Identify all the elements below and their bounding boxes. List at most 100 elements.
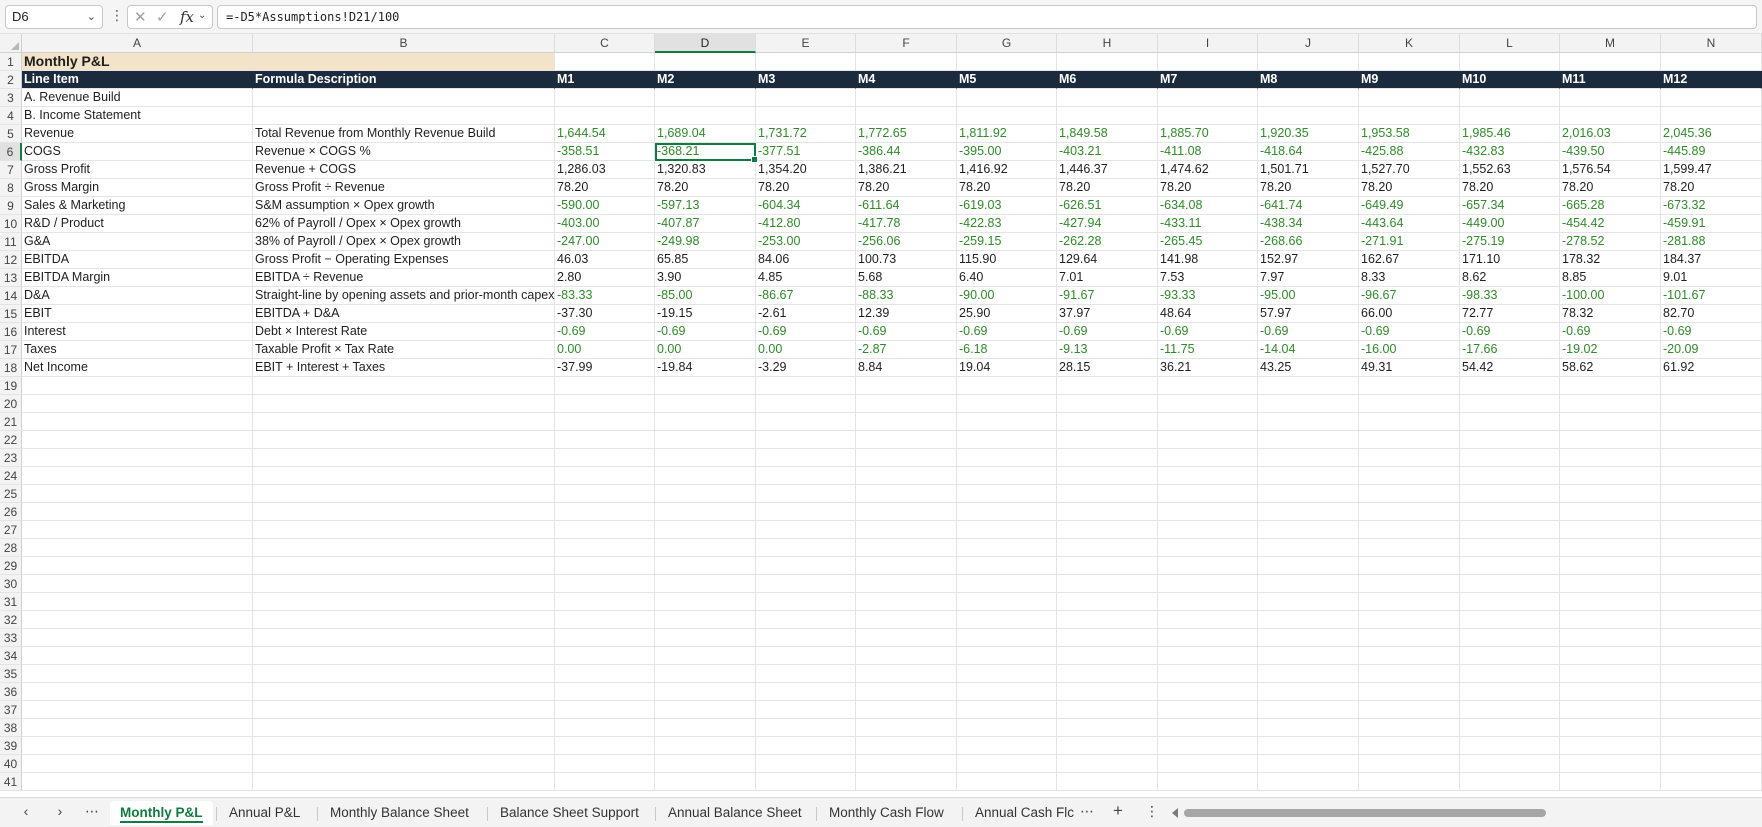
cell-e33[interactable] [756, 629, 856, 647]
column-header-g[interactable]: G [957, 34, 1057, 53]
cell-h35[interactable] [1057, 665, 1158, 683]
row-header[interactable]: 7 [0, 161, 22, 179]
cell-m4[interactable] [1560, 107, 1661, 125]
next-sheet-icon[interactable]: › [50, 803, 70, 819]
cell-k40[interactable] [1359, 755, 1460, 773]
cell-a23[interactable] [22, 449, 253, 467]
cell-d1[interactable] [655, 53, 756, 71]
cell-g13[interactable]: 6.40 [957, 269, 1057, 287]
cell-j17[interactable]: -14.04 [1258, 341, 1359, 359]
cell-h37[interactable] [1057, 701, 1158, 719]
header-cell[interactable]: Line Item [22, 71, 253, 89]
cell-l32[interactable] [1460, 611, 1560, 629]
cell-j21[interactable] [1258, 413, 1359, 431]
cell-c9[interactable]: -590.00 [555, 197, 655, 215]
cell-e36[interactable] [756, 683, 856, 701]
cell-h4[interactable] [1057, 107, 1158, 125]
cell-h36[interactable] [1057, 683, 1158, 701]
cell-g24[interactable] [957, 467, 1057, 485]
cell-e40[interactable] [756, 755, 856, 773]
cell-l34[interactable] [1460, 647, 1560, 665]
cell-l1[interactable] [1460, 53, 1560, 71]
cell-a35[interactable] [22, 665, 253, 683]
row-header[interactable]: 8 [0, 179, 22, 197]
cell-j32[interactable] [1258, 611, 1359, 629]
cell-i9[interactable]: -634.08 [1158, 197, 1258, 215]
cell-f3[interactable] [856, 89, 957, 107]
cell-a19[interactable] [22, 377, 253, 395]
cell-f22[interactable] [856, 431, 957, 449]
cell-e32[interactable] [756, 611, 856, 629]
cell-d34[interactable] [655, 647, 756, 665]
cell-l15[interactable]: 72.77 [1460, 305, 1560, 323]
cell-f1[interactable] [856, 53, 957, 71]
cell-a13[interactable]: EBITDA Margin [22, 269, 253, 287]
cell-c22[interactable] [555, 431, 655, 449]
cell-f24[interactable] [856, 467, 957, 485]
row-header[interactable]: 25 [0, 485, 22, 503]
cell-k10[interactable]: -443.64 [1359, 215, 1460, 233]
cell-b17[interactable]: Taxable Profit × Tax Rate [253, 341, 555, 359]
cell-k41[interactable] [1359, 773, 1460, 791]
cell-b14[interactable]: Straight-line by opening assets and prio… [253, 287, 555, 305]
cell-h28[interactable] [1057, 539, 1158, 557]
cell-e11[interactable]: -253.00 [756, 233, 856, 251]
cell-a39[interactable] [22, 737, 253, 755]
cell-i34[interactable] [1158, 647, 1258, 665]
cell-f17[interactable]: -2.87 [856, 341, 957, 359]
row-header[interactable]: 18 [0, 359, 22, 377]
cell-c8[interactable]: 78.20 [555, 179, 655, 197]
cell-n35[interactable] [1661, 665, 1762, 683]
row-header[interactable]: 26 [0, 503, 22, 521]
cell-a31[interactable] [22, 593, 253, 611]
cell-d39[interactable] [655, 737, 756, 755]
cell-b19[interactable] [253, 377, 555, 395]
cell-c7[interactable]: 1,286.03 [555, 161, 655, 179]
cell-b15[interactable]: EBITDA + D&A [253, 305, 555, 323]
cell-n28[interactable] [1661, 539, 1762, 557]
cell-d3[interactable] [655, 89, 756, 107]
cell-k27[interactable] [1359, 521, 1460, 539]
cell-g33[interactable] [957, 629, 1057, 647]
cell-j36[interactable] [1258, 683, 1359, 701]
cell-i1[interactable] [1158, 53, 1258, 71]
cell-i25[interactable] [1158, 485, 1258, 503]
cell-b18[interactable]: EBIT + Interest + Taxes [253, 359, 555, 377]
cell-k29[interactable] [1359, 557, 1460, 575]
cell-f13[interactable]: 5.68 [856, 269, 957, 287]
cell-d9[interactable]: -597.13 [655, 197, 756, 215]
cell-f37[interactable] [856, 701, 957, 719]
cell-h27[interactable] [1057, 521, 1158, 539]
cell-j31[interactable] [1258, 593, 1359, 611]
cell-m22[interactable] [1560, 431, 1661, 449]
cell-b27[interactable] [253, 521, 555, 539]
cell-n41[interactable] [1661, 773, 1762, 791]
cell-d10[interactable]: -407.87 [655, 215, 756, 233]
row-header[interactable]: 38 [0, 719, 22, 737]
header-cell[interactable]: M12 [1661, 71, 1762, 89]
cell-e30[interactable] [756, 575, 856, 593]
cell-e28[interactable] [756, 539, 856, 557]
cell-g20[interactable] [957, 395, 1057, 413]
cell-f27[interactable] [856, 521, 957, 539]
cell-d15[interactable]: -19.15 [655, 305, 756, 323]
cell-l28[interactable] [1460, 539, 1560, 557]
cell-n38[interactable] [1661, 719, 1762, 737]
cell-f38[interactable] [856, 719, 957, 737]
cell-b22[interactable] [253, 431, 555, 449]
row-header[interactable]: 39 [0, 737, 22, 755]
cell-k20[interactable] [1359, 395, 1460, 413]
cell-k33[interactable] [1359, 629, 1460, 647]
cell-d41[interactable] [655, 773, 756, 791]
column-header-b[interactable]: B [253, 34, 555, 53]
insert-function-icon[interactable]: fx [180, 8, 194, 26]
cell-g26[interactable] [957, 503, 1057, 521]
cell-b38[interactable] [253, 719, 555, 737]
cell-h17[interactable]: -9.13 [1057, 341, 1158, 359]
cell-l6[interactable]: -432.83 [1460, 143, 1560, 161]
cell-n34[interactable] [1661, 647, 1762, 665]
sheet-title[interactable]: Monthly P&L [22, 53, 253, 71]
row-header[interactable]: 1 [0, 53, 22, 71]
cell-e12[interactable]: 84.06 [756, 251, 856, 269]
sheet-tab[interactable]: Annual Cash Flc [965, 801, 1084, 825]
